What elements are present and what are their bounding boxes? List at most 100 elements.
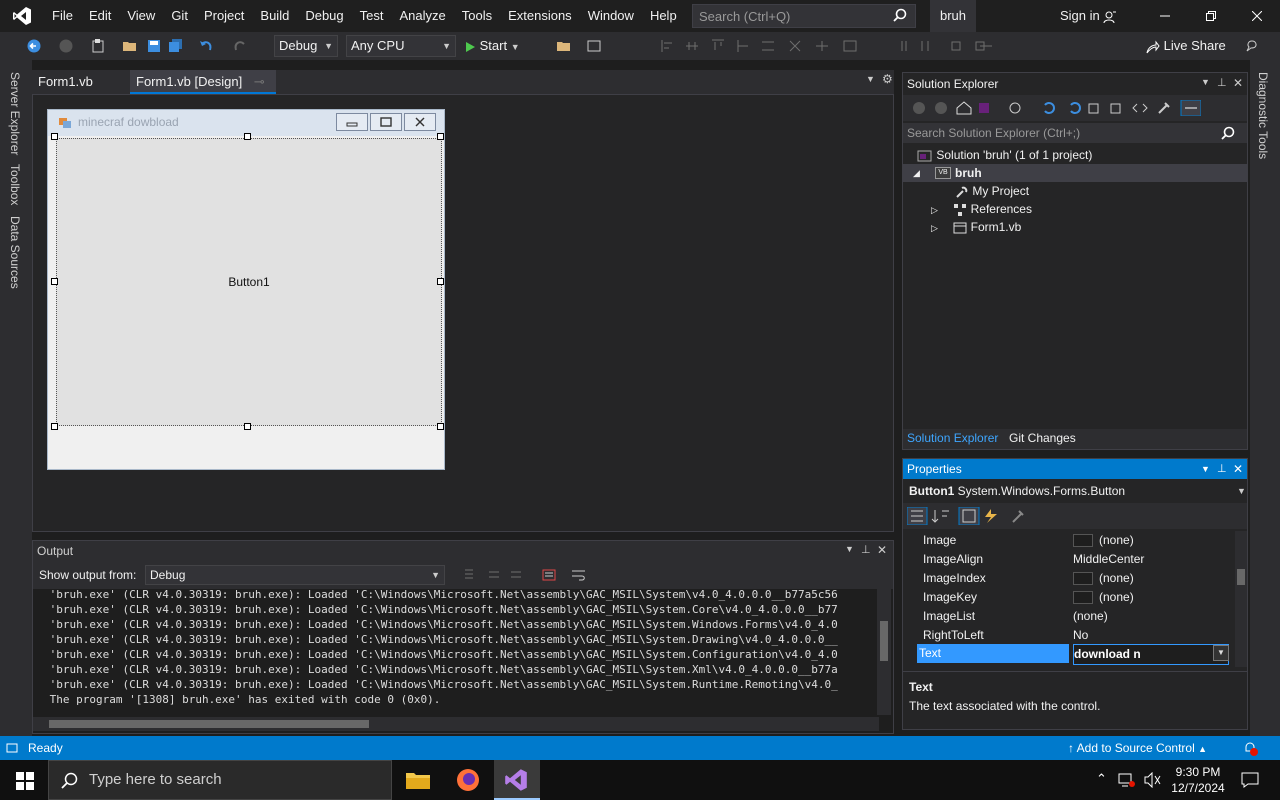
property-row-imagelist[interactable]: ImageList (none) xyxy=(903,607,1233,626)
solution-platform-dropdown[interactable]: Any CPU ▼ xyxy=(346,35,456,57)
notifications-button[interactable] xyxy=(1242,740,1258,759)
tree-solution-node[interactable]: Solution 'bruh' (1 of 1 project) xyxy=(917,146,1092,164)
property-value-cell[interactable]: MiddleCenter xyxy=(1073,550,1229,569)
output-vertical-scrollbar[interactable] xyxy=(877,589,891,715)
menu-view[interactable]: View xyxy=(119,0,163,32)
close-icon[interactable]: ✕ xyxy=(1233,459,1243,479)
resize-handle[interactable] xyxy=(51,278,58,285)
property-row-imageindex[interactable]: ImageIndex (none) xyxy=(903,569,1233,588)
sign-in-button[interactable]: Sign in xyxy=(1060,0,1117,32)
resize-handle[interactable] xyxy=(244,133,251,140)
forward-arrow-icon[interactable] xyxy=(58,38,74,54)
chevron-up-icon[interactable]: ⌃ xyxy=(1096,771,1107,787)
visual-studio-logo-icon[interactable] xyxy=(0,0,44,32)
menu-test[interactable]: Test xyxy=(352,0,392,32)
save-all-icon[interactable] xyxy=(168,38,184,54)
chevron-down-icon[interactable]: ▼ xyxy=(1213,645,1229,661)
resize-handle[interactable] xyxy=(244,423,251,430)
form1-window[interactable]: minecraf dowbload Button1 xyxy=(47,109,445,470)
menu-tools[interactable]: Tools xyxy=(454,0,500,32)
output-horizontal-scrollbar[interactable] xyxy=(33,717,879,731)
close-icon[interactable]: ✕ xyxy=(1233,76,1243,90)
diagnostic-tools-tab[interactable]: Diagnostic Tools xyxy=(1256,72,1270,159)
data-sources-tab[interactable]: Data Sources xyxy=(8,216,22,289)
open-file-icon[interactable] xyxy=(556,38,572,54)
open-folder-icon[interactable] xyxy=(122,38,138,54)
minimize-button[interactable] xyxy=(1142,0,1188,32)
tree-item-references[interactable]: ▷ References xyxy=(931,200,1032,218)
properties-vertical-scrollbar[interactable] xyxy=(1235,531,1247,667)
add-to-source-control-button[interactable]: ↑ Add to Source Control ▲ xyxy=(1068,741,1207,755)
firefox-icon[interactable] xyxy=(456,768,480,792)
resize-handle[interactable] xyxy=(51,423,58,430)
output-log-text[interactable]: 'bruh.exe' (CLR v4.0.30319: bruh.exe): L… xyxy=(43,587,879,717)
tab-git-changes[interactable]: Git Changes xyxy=(1009,431,1076,445)
feedback-icon[interactable] xyxy=(1244,38,1260,54)
collapsed-arrow-icon[interactable]: ▷ xyxy=(931,205,938,215)
menu-help[interactable]: Help xyxy=(642,0,685,32)
property-text-value-input[interactable]: download n xyxy=(1073,644,1229,665)
tree-project-node[interactable]: ◢ VB bruh xyxy=(903,164,1247,182)
pin-icon[interactable]: ⊥ xyxy=(1217,76,1227,89)
menu-project[interactable]: Project xyxy=(196,0,252,32)
menu-window[interactable]: Window xyxy=(580,0,642,32)
scroll-thumb[interactable] xyxy=(880,621,888,661)
live-share-button[interactable]: Live Share xyxy=(1146,32,1226,60)
toolbox-tab[interactable]: Toolbox xyxy=(8,164,22,205)
menu-file[interactable]: File xyxy=(44,0,81,32)
output-source-dropdown[interactable]: Debug ▼ xyxy=(145,565,445,585)
search-input[interactable]: Search (Ctrl+Q) xyxy=(692,4,916,28)
chevron-down-icon[interactable]: ▼ xyxy=(1201,77,1210,87)
button1-control[interactable]: Button1 xyxy=(56,138,442,426)
tree-item-form1-vb[interactable]: ▷ Form1.vb xyxy=(931,218,1021,236)
resize-handle[interactable] xyxy=(437,133,444,140)
action-center-icon[interactable] xyxy=(1240,771,1260,789)
volume-icon[interactable] xyxy=(1144,772,1162,788)
property-row-text[interactable]: Text download n ▼ xyxy=(903,644,1233,665)
chevron-down-icon[interactable]: ▼ xyxy=(845,544,854,554)
resize-handle[interactable] xyxy=(437,423,444,430)
tab-form1-vb[interactable]: Form1.vb xyxy=(32,70,130,94)
property-value-cell[interactable]: (none) xyxy=(1073,588,1229,607)
undo-icon[interactable] xyxy=(198,38,214,54)
property-value-cell[interactable]: (none) xyxy=(1073,569,1229,588)
property-value-cell[interactable]: (none) xyxy=(1073,531,1229,550)
windows-start-icon[interactable] xyxy=(16,772,34,790)
property-value-cell[interactable]: No xyxy=(1073,626,1229,645)
property-row-imagekey[interactable]: ImageKey (none) xyxy=(903,588,1233,607)
expanded-arrow-icon[interactable]: ◢ xyxy=(913,164,920,182)
pin-icon[interactable]: ⊥ xyxy=(1217,459,1227,479)
chevron-down-icon[interactable]: ▼ xyxy=(1201,459,1210,479)
gear-icon[interactable]: ⚙ xyxy=(882,72,893,86)
close-window-button[interactable] xyxy=(1234,0,1280,32)
tab-list-chevron-icon[interactable]: ▼ xyxy=(866,74,875,84)
menu-build[interactable]: Build xyxy=(252,0,297,32)
restore-button[interactable] xyxy=(1188,0,1234,32)
network-icon[interactable] xyxy=(1118,772,1136,788)
solution-configuration-dropdown[interactable]: Debug ▼ xyxy=(274,35,338,57)
property-row-image[interactable]: Image (none) xyxy=(903,531,1233,550)
file-explorer-icon[interactable] xyxy=(404,768,432,792)
word-wrap-icon[interactable] xyxy=(571,567,587,583)
property-value-cell[interactable]: (none) xyxy=(1073,607,1229,626)
menu-edit[interactable]: Edit xyxy=(81,0,119,32)
menu-analyze[interactable]: Analyze xyxy=(391,0,453,32)
browse-icon[interactable] xyxy=(586,38,602,54)
property-row-imagealign[interactable]: ImageAlign MiddleCenter xyxy=(903,550,1233,569)
menu-extensions[interactable]: Extensions xyxy=(500,0,580,32)
scroll-thumb[interactable] xyxy=(1237,569,1245,585)
tab-solution-explorer[interactable]: Solution Explorer xyxy=(907,431,998,445)
properties-object-selector[interactable]: Button1 System.Windows.Forms.Button ▼ xyxy=(903,481,1247,501)
server-explorer-tab[interactable]: Server Explorer xyxy=(8,72,22,155)
new-project-icon[interactable] xyxy=(90,38,106,54)
menu-debug[interactable]: Debug xyxy=(297,0,351,32)
scroll-thumb[interactable] xyxy=(49,720,369,728)
pin-icon[interactable]: ⊸ xyxy=(254,74,265,89)
redo-icon[interactable] xyxy=(232,38,248,54)
resize-handle[interactable] xyxy=(51,133,58,140)
tree-item-my-project[interactable]: My Project xyxy=(955,182,1029,200)
solution-explorer-search-input[interactable]: Search Solution Explorer (Ctrl+;) xyxy=(903,123,1247,143)
resize-handle[interactable] xyxy=(437,278,444,285)
save-icon[interactable] xyxy=(146,38,162,54)
taskbar-search-input[interactable]: Type here to search xyxy=(48,760,392,800)
